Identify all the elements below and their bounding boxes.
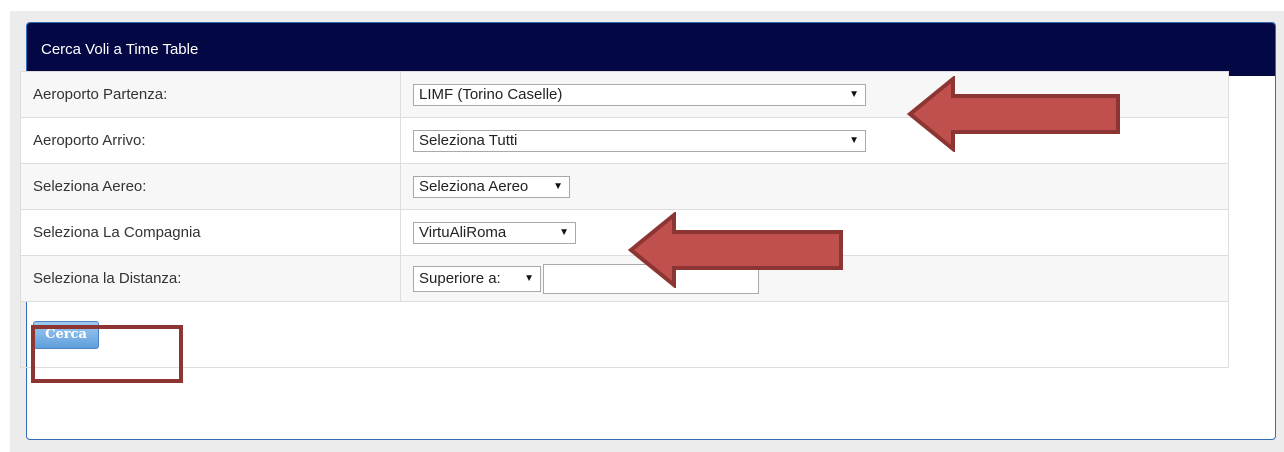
dropdown-arrow-icon: ▼ <box>849 135 859 146</box>
aircraft-value: Seleziona Aereo <box>419 178 529 195</box>
form-row-submit: Cerca <box>20 301 1229 368</box>
annotation-arrow-airline <box>627 212 843 288</box>
dropdown-arrow-icon: ▼ <box>849 89 859 100</box>
arrival-airport-value: Seleziona Tutti <box>419 132 518 149</box>
aircraft-select[interactable]: Seleziona Aereo ▼ <box>413 175 570 198</box>
aircraft-label: Seleziona Aereo: <box>20 163 401 210</box>
form-row-airline: Seleziona La Compagnia VirtuAliRoma ▼ <box>20 209 1229 256</box>
annotation-arrow-departure <box>906 76 1120 152</box>
distance-label: Seleziona la Distanza: <box>20 255 401 302</box>
arrival-airport-select[interactable]: Seleziona Tutti ▼ <box>413 129 866 152</box>
departure-airport-label: Aeroporto Partenza: <box>20 71 401 118</box>
annotation-highlight-search-button <box>31 325 183 383</box>
distance-operator-select[interactable]: Superiore a: ▼ <box>413 265 541 292</box>
form-row-distance: Seleziona la Distanza: Superiore a: ▼ <box>20 255 1229 302</box>
distance-operator-value: Superiore a: <box>419 270 501 287</box>
airline-label: Seleziona La Compagnia <box>20 209 401 256</box>
dropdown-arrow-icon: ▼ <box>524 273 534 284</box>
dropdown-arrow-icon: ▼ <box>553 181 563 192</box>
airline-value: VirtuAliRoma <box>419 224 507 241</box>
departure-airport-value: LIMF (Torino Caselle) <box>419 86 563 103</box>
submit-cell: Cerca <box>20 301 1229 368</box>
dropdown-arrow-icon: ▼ <box>559 227 569 238</box>
panel-title: Cerca Voli a Time Table <box>27 23 1275 76</box>
airline-select[interactable]: VirtuAliRoma ▼ <box>413 221 576 244</box>
departure-airport-select[interactable]: LIMF (Torino Caselle) ▼ <box>413 83 866 106</box>
aircraft-cell: Seleziona Aereo ▼ <box>400 163 1229 210</box>
form-row-aircraft: Seleziona Aereo: Seleziona Aereo ▼ <box>20 163 1229 210</box>
arrival-airport-label: Aeroporto Arrivo: <box>20 117 401 164</box>
